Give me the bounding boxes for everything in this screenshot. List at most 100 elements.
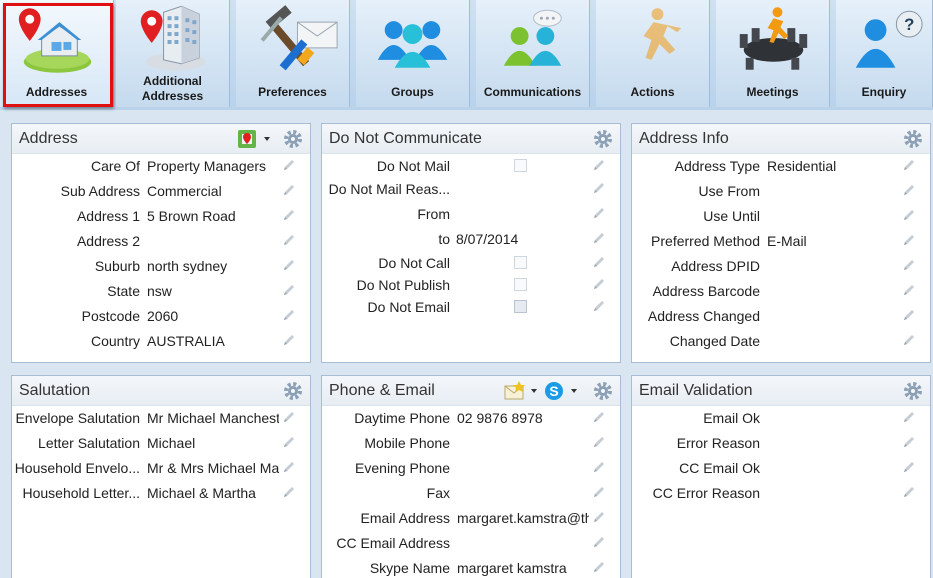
state-value[interactable]: nsw	[147, 283, 287, 299]
edit-pencil-icon[interactable]	[592, 299, 606, 313]
address-panel-header: Address	[12, 124, 310, 154]
edit-pencil-icon[interactable]	[592, 158, 606, 172]
edit-pencil-icon[interactable]	[282, 485, 296, 499]
email-address-value[interactable]: margaret.kamstra@th	[457, 510, 589, 526]
field-label: Changed Date	[669, 333, 760, 349]
question-person-icon: ?	[836, 4, 932, 76]
do-not-call-checkbox[interactable]	[514, 256, 527, 269]
edit-pencil-icon[interactable]	[902, 485, 916, 499]
edit-pencil-icon[interactable]	[592, 410, 606, 424]
tab-enquiry-label: Enquiry	[861, 85, 907, 99]
postcode-value[interactable]: 2060	[147, 308, 287, 324]
do-not-mail-checkbox[interactable]	[514, 159, 527, 172]
svg-text:S: S	[549, 383, 558, 399]
tab-actions[interactable]: Actions	[596, 0, 710, 107]
address-info-settings-gear-icon[interactable]	[903, 129, 923, 149]
field-label: Mobile Phone	[364, 435, 450, 451]
edit-pencil-icon[interactable]	[592, 485, 606, 499]
edit-pencil-icon[interactable]	[592, 510, 606, 524]
to-value[interactable]: 8/07/2014	[456, 231, 591, 247]
edit-pencil-icon[interactable]	[902, 283, 916, 297]
dnc-panel-header: Do Not Communicate	[322, 124, 620, 154]
field-label: CC Email Address	[336, 535, 450, 551]
edit-pencil-icon[interactable]	[592, 435, 606, 449]
ribbon-toolbar: Addresses Additional Addresses Preferenc…	[0, 0, 933, 110]
tab-preferences[interactable]: Preferences	[236, 0, 350, 107]
edit-pencil-icon[interactable]	[282, 283, 296, 297]
edit-pencil-icon[interactable]	[902, 158, 916, 172]
edit-pencil-icon[interactable]	[592, 181, 606, 195]
tab-additional-addresses[interactable]: Additional Addresses	[116, 0, 230, 107]
edit-pencil-icon[interactable]	[902, 208, 916, 222]
phone-settings-gear-icon[interactable]	[593, 381, 613, 401]
country-value[interactable]: AUSTRALIA	[147, 333, 287, 349]
letter-salutation-value[interactable]: Michael	[147, 435, 279, 451]
field-row-fax: Fax	[322, 482, 620, 504]
edit-pencil-icon[interactable]	[282, 258, 296, 272]
edit-pencil-icon[interactable]	[282, 308, 296, 322]
care-of-value[interactable]: Property Managers	[147, 158, 287, 174]
field-label: Letter Salutation	[38, 435, 140, 451]
map-dropdown-button[interactable]	[237, 129, 277, 149]
do-not-communicate-panel: Do Not Communicate Do Not Mail Do Not Mai…	[321, 123, 621, 363]
field-row-do-not-call: Do Not Call	[322, 252, 620, 274]
salutation-settings-gear-icon[interactable]	[283, 381, 303, 401]
edit-pencil-icon[interactable]	[282, 435, 296, 449]
address-1-value[interactable]: 5 Brown Road	[147, 208, 287, 224]
sub-address-value[interactable]: Commercial	[147, 183, 287, 199]
preferred-method-value[interactable]: E-Mail	[767, 233, 902, 249]
edit-pencil-icon[interactable]	[282, 460, 296, 474]
edit-pencil-icon[interactable]	[592, 206, 606, 220]
tab-additional-addresses-label: Additional Addresses	[141, 74, 204, 103]
edit-pencil-icon[interactable]	[902, 435, 916, 449]
edit-pencil-icon[interactable]	[902, 410, 916, 424]
edit-pencil-icon[interactable]	[282, 158, 296, 172]
edit-pencil-icon[interactable]	[282, 233, 296, 247]
tab-groups[interactable]: Groups	[356, 0, 470, 107]
edit-pencil-icon[interactable]	[592, 460, 606, 474]
edit-pencil-icon[interactable]	[282, 183, 296, 197]
envelope-salutation-value[interactable]: Mr Michael Manchest	[147, 410, 279, 426]
field-row-error-reason: Error Reason	[632, 432, 930, 454]
tab-enquiry[interactable]: ? Enquiry	[836, 0, 933, 107]
edit-pencil-icon[interactable]	[902, 460, 916, 474]
address-settings-gear-icon[interactable]	[283, 129, 303, 149]
do-not-publish-checkbox[interactable]	[514, 278, 527, 291]
edit-pencil-icon[interactable]	[592, 535, 606, 549]
edit-pencil-icon[interactable]	[282, 208, 296, 222]
field-row-from: From	[322, 203, 620, 225]
tab-addresses[interactable]: Addresses	[0, 0, 114, 107]
edit-pencil-icon[interactable]	[902, 308, 916, 322]
household-envelo-value[interactable]: Mr & Mrs Michael Ma	[147, 460, 279, 476]
tab-communications[interactable]: Communications	[476, 0, 590, 107]
edit-pencil-icon[interactable]	[592, 255, 606, 269]
email-dropdown-button[interactable]	[504, 381, 542, 401]
edit-pencil-icon[interactable]	[902, 183, 916, 197]
field-label: Address DPID	[671, 258, 760, 274]
edit-pencil-icon[interactable]	[902, 258, 916, 272]
edit-pencil-icon[interactable]	[282, 410, 296, 424]
household-letter-value[interactable]: Michael & Martha	[147, 485, 279, 501]
daytime-phone-value[interactable]: 02 9876 8978	[457, 410, 589, 426]
suburb-value[interactable]: north sydney	[147, 258, 287, 274]
edit-pencil-icon[interactable]	[902, 233, 916, 247]
edit-pencil-icon[interactable]	[592, 560, 606, 574]
field-row-care-of: Care Of Property Managers	[12, 155, 310, 177]
skype-dropdown-button[interactable]: S	[544, 381, 582, 401]
dnc-settings-gear-icon[interactable]	[593, 129, 613, 149]
do-not-email-checkbox[interactable]	[514, 300, 527, 313]
field-label: Do Not Call	[378, 255, 450, 271]
edit-pencil-icon[interactable]	[592, 231, 606, 245]
edit-pencil-icon[interactable]	[902, 333, 916, 347]
running-man-icon	[596, 4, 709, 76]
edit-pencil-icon[interactable]	[592, 277, 606, 291]
dnc-panel-title: Do Not Communicate	[329, 130, 482, 147]
field-label: CC Error Reason	[652, 485, 760, 501]
tab-meetings[interactable]: Meetings	[716, 0, 830, 107]
edit-pencil-icon[interactable]	[282, 333, 296, 347]
skype-name-value[interactable]: margaret kamstra	[457, 560, 589, 576]
email-validation-settings-gear-icon[interactable]	[903, 381, 923, 401]
field-row-cc-email-ok: CC Email Ok	[632, 457, 930, 479]
house-pin-icon	[0, 4, 113, 76]
address-type-value[interactable]: Residential	[767, 158, 902, 174]
